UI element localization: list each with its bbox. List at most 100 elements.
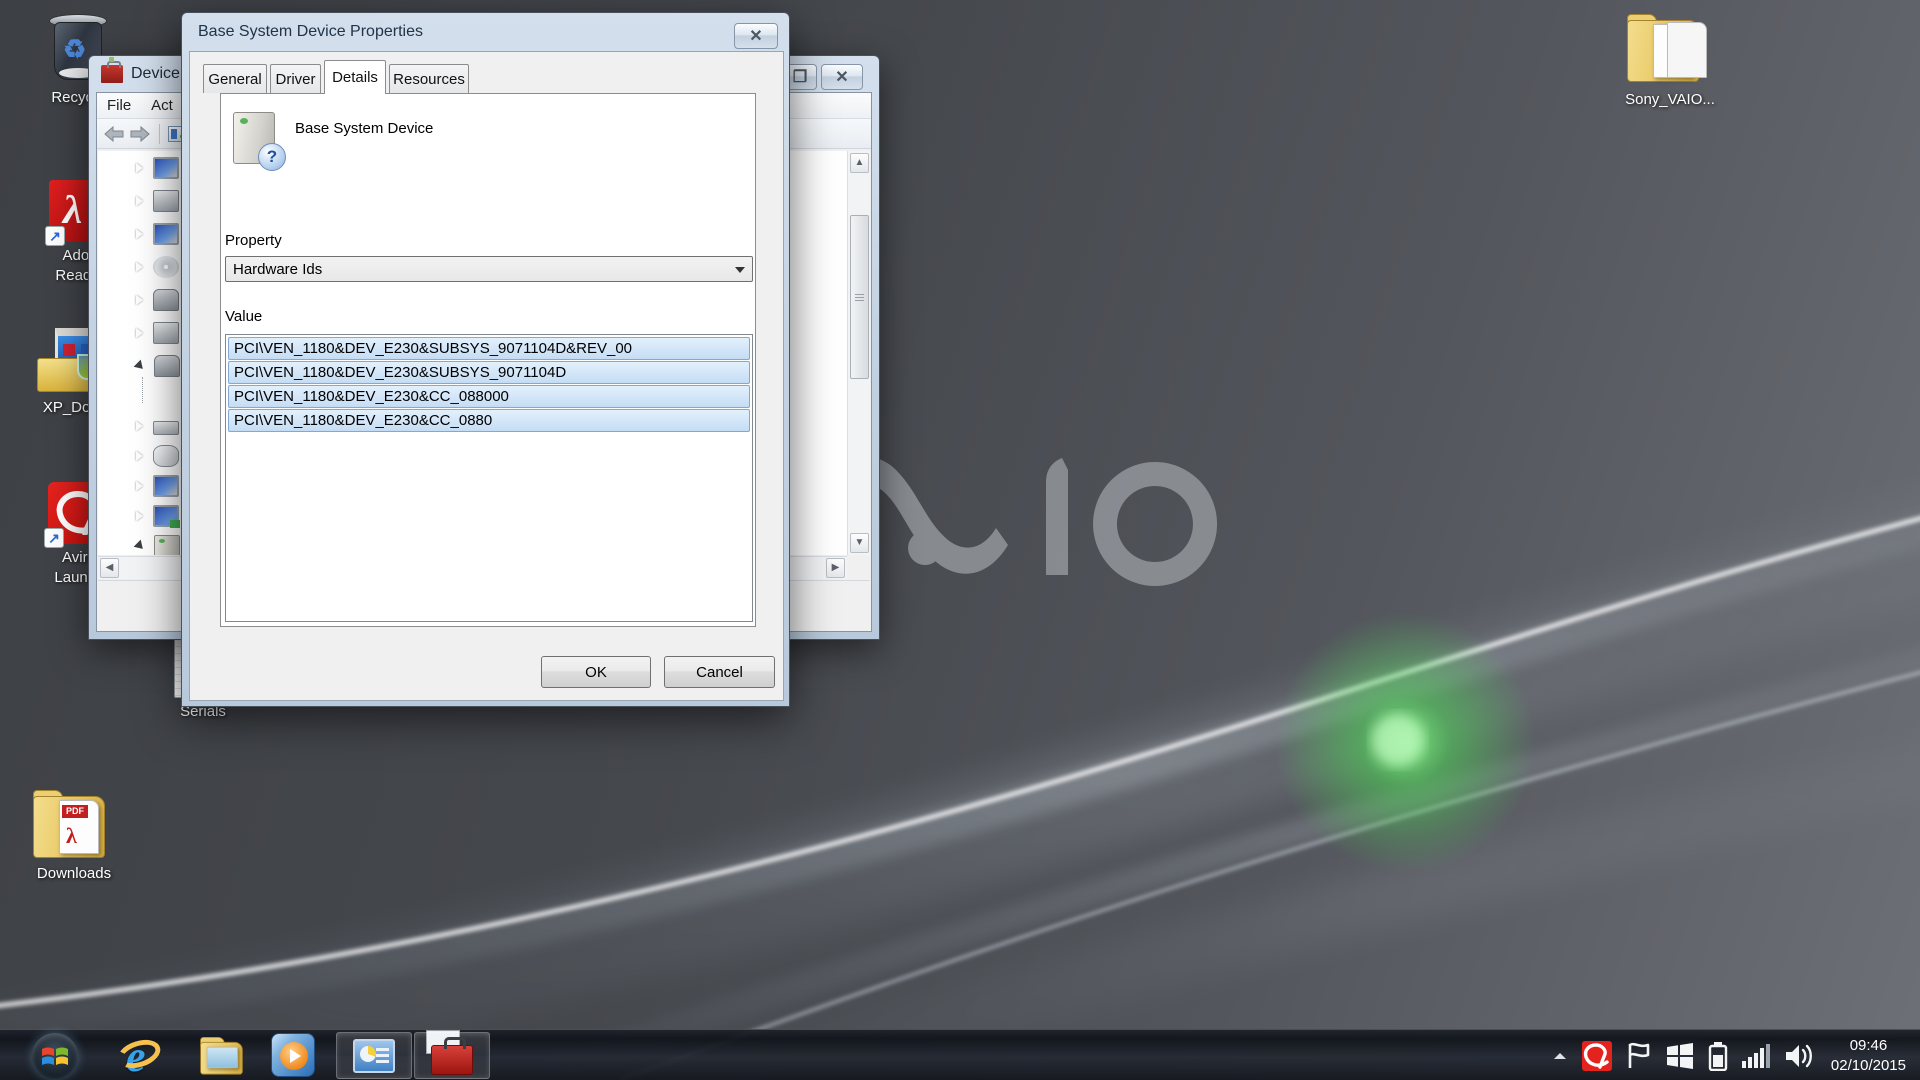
- tab-label: Resources: [393, 71, 465, 88]
- property-label: Property: [225, 232, 282, 249]
- explorer-folder-icon: [200, 1037, 238, 1073]
- desktop-icon-downloads[interactable]: PDFλ Downloads: [28, 790, 120, 884]
- tab-general[interactable]: General: [203, 64, 267, 93]
- clock-date: 02/10/2015: [1831, 1056, 1906, 1076]
- menu-file[interactable]: File: [97, 95, 141, 116]
- value-label: Value: [225, 308, 262, 325]
- desktop-icon-sony-vaio[interactable]: Sony_VAIO...: [1618, 14, 1722, 110]
- scroll-up-icon[interactable]: ▲: [850, 153, 869, 173]
- tab-driver[interactable]: Driver: [270, 64, 321, 93]
- expand-icon[interactable]: [136, 295, 143, 305]
- expand-icon[interactable]: [136, 481, 143, 491]
- tab-label: Driver: [276, 71, 316, 88]
- hardware-id-item[interactable]: PCI\VEN_1180&DEV_E230&SUBSYS_9071104D&RE…: [228, 337, 750, 360]
- close-button[interactable]: ✕: [821, 64, 863, 90]
- sony-vaio-folder-icon: [1627, 14, 1713, 86]
- scroll-left-icon[interactable]: ◀: [100, 558, 119, 578]
- monitor-icon: [153, 475, 179, 497]
- collapse-icon[interactable]: [134, 360, 147, 373]
- disk-drive-icon: [153, 190, 179, 212]
- tray-expand-arrow-icon[interactable]: [1552, 1051, 1568, 1061]
- hardware-id-item[interactable]: PCI\VEN_1180&DEV_E230&SUBSYS_9071104D: [228, 361, 750, 384]
- properties-dialog: Base System Device Properties ✕ General …: [181, 12, 790, 707]
- taskbar: e: [0, 1029, 1920, 1080]
- tab-details[interactable]: Details: [324, 60, 386, 94]
- start-button[interactable]: [32, 1033, 78, 1079]
- hardware-id-item[interactable]: PCI\VEN_1180&DEV_E230&CC_088000: [228, 385, 750, 408]
- device-tree-item-computer[interactable]: [136, 155, 179, 181]
- device-tree-item-ide-controller[interactable]: [136, 320, 179, 346]
- expand-icon[interactable]: [136, 511, 143, 521]
- value-listbox[interactable]: PCI\VEN_1180&DEV_E230&SUBSYS_9071104D&RE…: [225, 334, 753, 622]
- dialog-titlebar[interactable]: Base System Device Properties: [182, 13, 789, 51]
- dialog-close-button[interactable]: ✕: [734, 23, 778, 49]
- menu-action[interactable]: Act: [141, 95, 183, 116]
- dvd-drive-icon: [153, 256, 179, 278]
- expand-icon[interactable]: [136, 229, 143, 239]
- details-tab-page: Base System Device Property Hardware Ids…: [220, 93, 756, 627]
- expand-icon[interactable]: [136, 262, 143, 272]
- cancel-button[interactable]: Cancel: [664, 656, 775, 688]
- imaging-device-icon: [154, 355, 180, 377]
- taskbar-system-monitor-app[interactable]: [336, 1032, 412, 1079]
- cancel-button-label: Cancel: [696, 664, 743, 681]
- device-tree-item-mouse[interactable]: [136, 443, 179, 469]
- avira-tray-icon[interactable]: [1582, 1041, 1612, 1071]
- back-icon[interactable]: [103, 125, 125, 143]
- scrollbar-thumb[interactable]: [850, 215, 869, 379]
- network-adapter-icon: [153, 505, 179, 527]
- taskbar-internet-explorer[interactable]: e: [116, 1032, 162, 1078]
- windows-update-logo-icon[interactable]: [1666, 1042, 1694, 1070]
- keyboard-icon: [153, 421, 179, 435]
- forward-icon[interactable]: [129, 125, 151, 143]
- device-tree-item-keyboard[interactable]: [136, 413, 179, 439]
- ok-button[interactable]: OK: [541, 656, 651, 688]
- toolbox-icon: [431, 1045, 473, 1075]
- device-icon: [233, 112, 275, 164]
- tab-label: General: [208, 71, 261, 88]
- battery-icon[interactable]: [1708, 1041, 1728, 1071]
- device-tree-item-imaging-device[interactable]: [136, 353, 180, 379]
- device-tree-item-display-adapter[interactable]: [136, 221, 179, 247]
- tab-resources[interactable]: Resources: [389, 64, 469, 93]
- collapse-icon[interactable]: [134, 540, 147, 553]
- expand-icon[interactable]: [136, 451, 143, 461]
- device-tree-item-network-adapter[interactable]: [136, 503, 179, 529]
- device-tree-item-monitor[interactable]: [136, 473, 179, 499]
- device-tree-item-dvd-drive[interactable]: [136, 254, 179, 280]
- ok-button-label: OK: [585, 664, 607, 681]
- device-tree-item-portable-device[interactable]: [136, 287, 179, 313]
- property-dropdown[interactable]: Hardware Ids: [225, 256, 753, 282]
- scroll-right-icon[interactable]: ▶: [826, 558, 845, 578]
- tree-child-connector: [142, 377, 143, 403]
- device-tree-item-system-device[interactable]: [136, 533, 180, 555]
- mouse-icon: [153, 445, 179, 467]
- icon-label: Downloads: [37, 864, 111, 884]
- taskbar-windows-explorer[interactable]: [196, 1032, 242, 1078]
- scroll-down-icon[interactable]: ▼: [850, 533, 869, 553]
- dialog-title: Base System Device Properties: [198, 23, 423, 41]
- shortcut-arrow-icon: ↗: [44, 528, 64, 548]
- expand-icon[interactable]: [136, 163, 143, 173]
- action-center-flag-icon[interactable]: [1626, 1042, 1652, 1070]
- speaker-icon[interactable]: [1784, 1042, 1814, 1070]
- shortcut-arrow-icon: ↗: [45, 226, 65, 246]
- downloads-folder-icon: PDFλ: [33, 790, 115, 860]
- clock-time: 09:46: [1831, 1036, 1906, 1056]
- system-monitor-icon: [353, 1039, 395, 1073]
- media-player-icon: [271, 1033, 315, 1077]
- vertical-scrollbar[interactable]: ▲ ▼: [847, 151, 870, 555]
- expand-icon[interactable]: [136, 328, 143, 338]
- signal-bars-icon[interactable]: [1742, 1043, 1770, 1069]
- taskbar-media-player[interactable]: [270, 1032, 316, 1078]
- device-tree-item-disk-drive[interactable]: [136, 188, 179, 214]
- tray-clock[interactable]: 09:46 02/10/2015: [1831, 1036, 1906, 1075]
- expand-icon[interactable]: [136, 421, 143, 431]
- hardware-id-item[interactable]: PCI\VEN_1180&DEV_E230&CC_0880: [228, 409, 750, 432]
- device-manager-icon: [101, 65, 123, 83]
- taskbar-device-manager-app[interactable]: [414, 1032, 490, 1079]
- icon-label: Sony_VAIO...: [1625, 90, 1715, 110]
- expand-icon[interactable]: [136, 196, 143, 206]
- internet-explorer-icon: e: [117, 1033, 161, 1077]
- display-adapter-icon: [153, 223, 179, 245]
